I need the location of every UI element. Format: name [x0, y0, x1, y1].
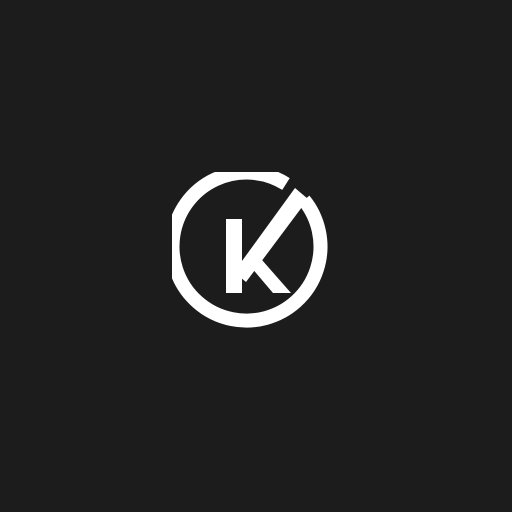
k-logo-mark [172, 172, 328, 328]
k-stem [226, 219, 242, 293]
logo-canvas [0, 0, 512, 512]
k-circle-logo-icon [172, 172, 340, 340]
k-upper-arm [234, 188, 308, 282]
k-lower-leg [245, 260, 291, 293]
